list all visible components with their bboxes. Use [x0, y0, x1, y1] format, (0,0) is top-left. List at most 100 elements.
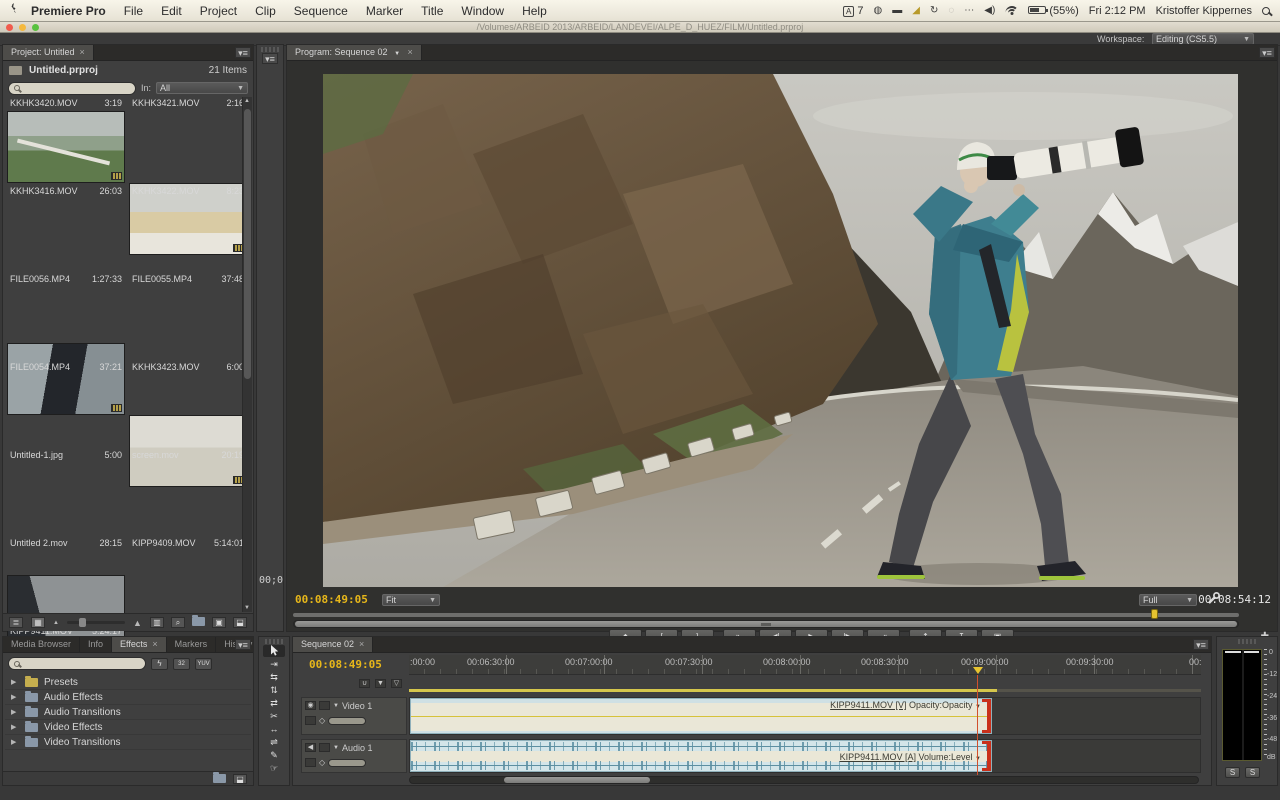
icon-view-button[interactable]: ▦	[31, 617, 45, 628]
close-icon[interactable]: ×	[80, 47, 85, 57]
video1-track-area[interactable]: KIPP9411.MOV [V] Opacity:Opacity ▼	[409, 697, 1201, 735]
effects-folder-audio-effects[interactable]: ▶Audio Effects	[5, 690, 251, 705]
playhead-marker[interactable]	[973, 667, 983, 679]
track-lock-toggle[interactable]	[319, 701, 330, 710]
toggle-track-output-eye-icon[interactable]: ◉	[305, 701, 316, 710]
wifi-icon[interactable]	[1005, 6, 1018, 16]
timeline-scrollbar[interactable]	[409, 776, 1199, 784]
video-clip-kipp9411[interactable]: KIPP9411.MOV [V] Opacity:Opacity ▼	[410, 698, 992, 734]
keyframe-icon[interactable]: ◇	[319, 758, 325, 767]
solo-left-button[interactable]: S	[1225, 767, 1240, 778]
tab-media-browser[interactable]: Media Browser	[3, 637, 80, 652]
audio-meter[interactable]	[1222, 649, 1262, 761]
menu-sequence[interactable]: Sequence	[285, 4, 357, 18]
tab-program-monitor[interactable]: Program: Sequence 02 ▼ ×	[287, 45, 422, 60]
new-bin-button[interactable]	[192, 617, 205, 626]
clip-item[interactable]: KKHK3420.MOV3:19	[7, 97, 125, 109]
panel-menu-icon[interactable]: ▾≡	[235, 47, 251, 58]
clip-thumbnail[interactable]	[7, 343, 125, 415]
toggle-track-audio-icon[interactable]: ◀	[305, 743, 316, 752]
clip-item[interactable]: KKHK3423.MOV6:00	[129, 361, 247, 373]
new-custom-bin-button[interactable]	[213, 774, 226, 783]
delete-button[interactable]: ⬓	[233, 774, 247, 784]
menu-title[interactable]: Title	[412, 4, 452, 18]
tab-project[interactable]: Project: Untitled×	[3, 45, 94, 60]
time-machine-icon[interactable]: ◌	[948, 6, 954, 16]
collapse-track-icon[interactable]: ▼	[333, 745, 339, 751]
panel-grip[interactable]	[1238, 639, 1256, 644]
zoom-in-icon[interactable]: ▲	[133, 618, 142, 628]
clip-item[interactable]: KIPP9409.MOV5:14:01	[129, 537, 247, 549]
effects-folder-video-transitions[interactable]: ▶Video Transitions	[5, 735, 251, 750]
menu-premiere-pro[interactable]: Premiere Pro	[22, 4, 115, 18]
set-unnumbered-marker-button[interactable]: ▽	[391, 679, 402, 688]
clip-item[interactable]: KKHK3416.MOV26:03	[7, 185, 125, 197]
ripple-edit-tool[interactable]: ⇆	[263, 671, 285, 683]
menu-project[interactable]: Project	[191, 4, 246, 18]
work-area-bar[interactable]	[409, 689, 1201, 692]
backup-icon[interactable]: ◢	[912, 6, 920, 16]
clip-item[interactable]: KKHK3422.MOV8:23	[129, 185, 247, 197]
collapse-track-icon[interactable]: ▼	[333, 703, 339, 709]
menu-file[interactable]: File	[115, 4, 152, 18]
rolling-edit-tool[interactable]: ⇅	[263, 684, 285, 696]
spotlight-icon[interactable]	[1262, 7, 1270, 15]
zoom-out-icon[interactable]: ▲	[53, 620, 59, 626]
collapsed-source-strip[interactable]: ▾≡ 00;0	[256, 44, 284, 632]
apple-menu-icon[interactable]	[0, 3, 22, 19]
menu-edit[interactable]: Edit	[152, 4, 191, 18]
tab-markers[interactable]: Markers	[167, 637, 217, 652]
new-item-button[interactable]: ▣	[212, 617, 226, 628]
timeline-current-timecode[interactable]: 00:08:49:05	[309, 658, 382, 671]
program-video-frame[interactable]	[323, 74, 1238, 587]
fit-dropdown[interactable]: Fit▼	[382, 594, 440, 606]
track-keyframe-nav[interactable]	[328, 717, 366, 725]
set-display-style-icon[interactable]	[305, 716, 316, 725]
tab-effects[interactable]: Effects×	[112, 637, 167, 652]
menu-marker[interactable]: Marker	[357, 4, 412, 18]
panel-grip[interactable]	[265, 639, 283, 644]
playhead-line[interactable]	[977, 675, 978, 775]
battery-indicator[interactable]: (55%)	[1028, 5, 1078, 17]
track-select-tool[interactable]: ⇥	[263, 658, 285, 670]
automate-to-sequence-button[interactable]: ▥	[150, 617, 164, 628]
scroll-down-icon[interactable]: ▼	[244, 605, 250, 611]
viewing-area-bar[interactable]	[293, 613, 1239, 617]
close-icon[interactable]: ×	[359, 639, 364, 649]
audio-clip-kipp9411[interactable]: KIPP9411.MOV [A] Volume:Level ▼	[410, 740, 992, 772]
monitor-scrollbar[interactable]	[293, 620, 1239, 628]
set-display-style-icon[interactable]	[305, 758, 316, 767]
clip-item[interactable]: FILE0054.MP437:21	[7, 361, 125, 373]
accelerated-effects-badge-icon[interactable]: ϟ	[151, 658, 168, 670]
scrub-playhead-marker[interactable]	[1151, 609, 1158, 619]
list-view-button[interactable]: ≣	[9, 617, 23, 628]
clip-out-point-red[interactable]	[987, 699, 991, 733]
opacity-rubber-band[interactable]	[411, 716, 991, 717]
tab-info[interactable]: Info	[80, 637, 112, 652]
panel-menu-icon[interactable]: ▾≡	[1259, 47, 1275, 58]
panel-grip[interactable]	[261, 47, 279, 52]
clip-item[interactable]: FILE0056.MP41:27:33	[7, 273, 125, 285]
menu-clip[interactable]: Clip	[246, 4, 285, 18]
solo-right-button[interactable]: S	[1245, 767, 1260, 778]
panel-menu-icon[interactable]: ▾≡	[262, 53, 278, 64]
effects-folder-video-effects[interactable]: ▶Video Effects	[5, 720, 251, 735]
close-icon[interactable]: ×	[152, 639, 157, 649]
track-keyframe-nav[interactable]	[328, 759, 366, 767]
program-current-timecode[interactable]: 00:08:49:05	[295, 593, 368, 606]
clip-item[interactable]: KKHK3421.MOV2:16	[129, 97, 247, 109]
menu-extras-icon[interactable]: ⋯	[964, 6, 974, 16]
tab-sequence-02[interactable]: Sequence 02×	[293, 637, 373, 652]
timeline-ruler[interactable]: :00:00 00:06:30:00 00:07:00:00 00:07:30:…	[409, 655, 1201, 675]
pen-tool[interactable]: ✎	[263, 749, 285, 761]
menu-window[interactable]: Window	[452, 4, 513, 18]
volume-icon[interactable]: ◀)	[984, 6, 995, 16]
find-button[interactable]: ⌕	[171, 617, 185, 628]
anchor-app-icon[interactable]: A 7	[843, 5, 864, 17]
project-scrollbar[interactable]: ▲ ▼	[242, 97, 252, 612]
close-icon[interactable]: ×	[408, 47, 413, 57]
keyframe-icon[interactable]: ◇	[319, 716, 325, 725]
delete-button[interactable]: ⬓	[233, 617, 247, 628]
track-lock-toggle[interactable]	[319, 743, 330, 752]
selection-tool[interactable]	[263, 645, 285, 657]
